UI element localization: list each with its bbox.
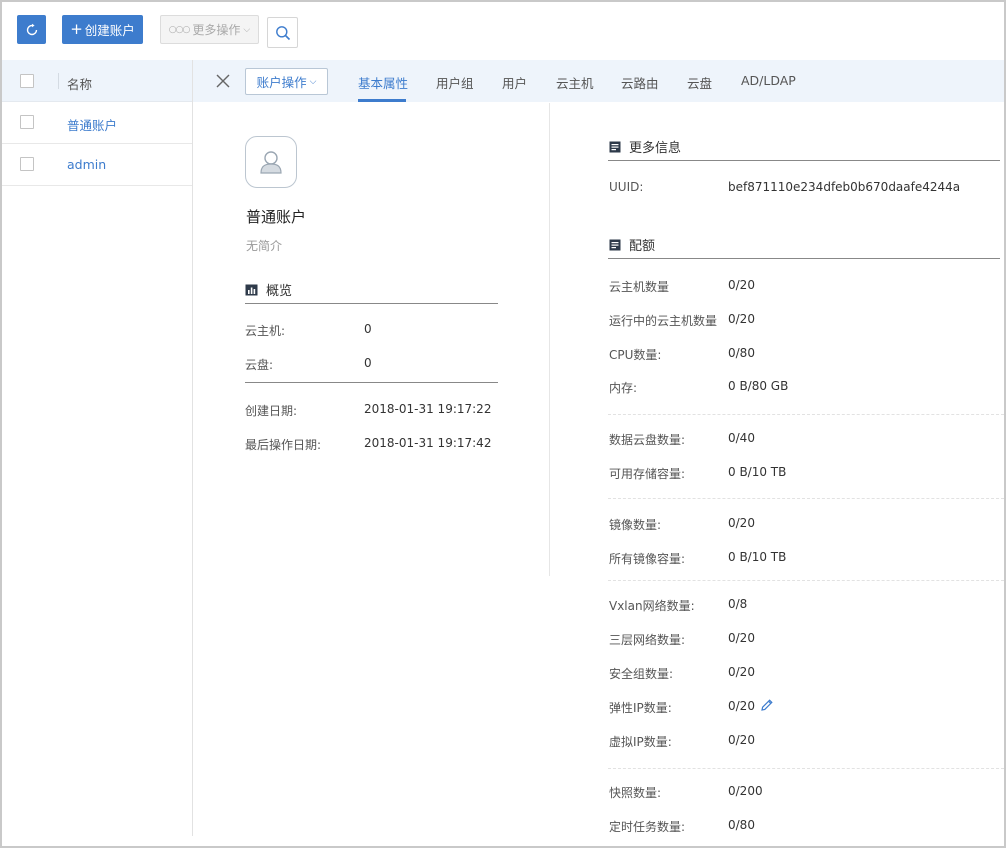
quota-label: 云主机数量: [609, 280, 670, 294]
more-info-title-text: 更多信息: [629, 141, 682, 156]
avatar: [245, 136, 297, 188]
uuid-value: bef871110e234dfeb0b670daafe4244a: [728, 180, 961, 194]
account-title: 普通账户: [246, 208, 307, 226]
quota-value: 0/80: [728, 818, 755, 832]
document-icon: [609, 239, 621, 251]
quota-label: 定时任务数量:: [609, 820, 686, 834]
quota-title-text: 配额: [629, 239, 656, 254]
row-checkbox[interactable]: [20, 115, 34, 129]
quota-value: 0/40: [728, 431, 755, 445]
tab-ad-ldap[interactable]: AD/LDAP: [741, 73, 796, 88]
quota-label: 所有镜像容量:: [609, 552, 686, 566]
overview-section-title: 概览: [245, 280, 292, 299]
chevron-down-icon: ⌵: [309, 76, 317, 87]
create-account-label: 创建账户: [84, 23, 135, 38]
quota-value: 0/80: [728, 346, 755, 360]
list-item[interactable]: 普通账户: [2, 102, 192, 144]
quota-label: 数据云盘数量:: [609, 433, 686, 447]
quota-value: 0/200: [728, 784, 763, 798]
quota-label: 虚拟IP数量:: [609, 735, 672, 749]
quota-label: 运行中的云主机数量: [609, 314, 718, 328]
refresh-icon: [26, 23, 37, 35]
create-account-button[interactable]: + 创建账户: [62, 15, 143, 44]
search-button[interactable]: [267, 17, 298, 48]
quota-value: 0/20: [728, 631, 755, 645]
more-info-section-title: 更多信息: [609, 137, 681, 156]
detail-header: 账户操作 ⌵ 基本属性 用户组 用户 云主机 云路由 云盘 AD/LDAP: [193, 60, 1004, 102]
tab-vm-instances[interactable]: 云主机: [556, 73, 594, 92]
list-header: 名称: [2, 60, 192, 102]
quota-group-divider: [608, 498, 1004, 499]
plus-icon: +: [70, 20, 83, 38]
tab-basic-properties[interactable]: 基本属性: [358, 73, 408, 92]
vm-count-value: 0: [364, 322, 372, 336]
list-divider: [192, 60, 193, 836]
column-divider: [58, 73, 59, 89]
quota-section-title: 配额: [609, 235, 655, 254]
account-name-link[interactable]: 普通账户: [67, 115, 117, 134]
last-op-date-label: 最后操作日期:: [245, 438, 322, 452]
quota-value: 0 B/10 TB: [728, 465, 787, 479]
uuid-label: UUID:: [609, 180, 644, 194]
last-op-date-value: 2018-01-31 19:17:42: [364, 436, 492, 450]
toolbar: + 创建账户 ○○○ 更多操作 ⌵: [2, 2, 1004, 60]
quota-group-divider: [608, 768, 1004, 769]
quota-value: 0 B/80 GB: [728, 379, 789, 393]
quota-value: 0/20: [728, 312, 755, 326]
active-tab-indicator: [358, 99, 406, 102]
account-ops-dropdown[interactable]: 账户操作 ⌵: [245, 68, 328, 95]
created-date-label: 创建日期:: [245, 404, 298, 418]
more-actions-button[interactable]: ○○○ 更多操作 ⌵: [160, 15, 259, 44]
quota-value: 0 B/10 TB: [728, 550, 787, 564]
search-icon: [275, 25, 290, 40]
quota-value: 0/20: [728, 733, 755, 747]
quota-group-divider: [608, 414, 1004, 415]
quota-label: 弹性IP数量:: [609, 701, 672, 715]
column-divider: [549, 103, 550, 576]
more-actions-label: 更多操作: [192, 23, 241, 37]
chevron-down-icon: ⌵: [243, 24, 251, 35]
quota-divider: [608, 258, 1000, 259]
account-description: 无简介: [246, 239, 283, 253]
volume-count-value: 0: [364, 356, 372, 370]
refresh-button[interactable]: [17, 15, 46, 44]
account-ops-label: 账户操作: [256, 75, 307, 90]
close-icon[interactable]: [214, 72, 232, 90]
volume-count-label: 云盘:: [245, 358, 274, 372]
quota-value: 0/20: [728, 516, 755, 530]
quota-label: 快照数量:: [609, 786, 662, 800]
quota-label: 内存:: [609, 381, 638, 395]
chart-icon: [245, 284, 258, 296]
created-date-value: 2018-01-31 19:17:22: [364, 402, 492, 416]
dates-divider: [245, 382, 498, 383]
column-header-name: 名称: [67, 77, 93, 92]
quota-label: CPU数量:: [609, 348, 662, 362]
quota-value: 0/20: [728, 278, 755, 292]
vm-count-label: 云主机:: [245, 324, 286, 338]
quota-label: 可用存储容量:: [609, 467, 686, 481]
tab-volumes[interactable]: 云盘: [687, 73, 712, 92]
quota-label: 三层网络数量:: [609, 633, 686, 647]
tab-users[interactable]: 用户: [502, 73, 527, 92]
overview-title-text: 概览: [266, 284, 293, 299]
user-icon: [260, 151, 282, 174]
overview-divider: [245, 303, 498, 304]
list-item[interactable]: admin: [2, 144, 192, 186]
quota-group-divider: [608, 580, 1004, 581]
tab-vrouters[interactable]: 云路由: [621, 73, 659, 92]
tab-user-groups[interactable]: 用户组: [436, 73, 474, 92]
dots-icon: ○○○: [168, 24, 191, 35]
account-name-link[interactable]: admin: [67, 157, 106, 172]
quota-value: 0/8: [728, 597, 748, 611]
row-checkbox[interactable]: [20, 157, 34, 171]
document-icon: [609, 141, 621, 153]
quota-value: 0/20: [728, 699, 755, 713]
more-info-divider: [608, 160, 1000, 161]
select-all-checkbox[interactable]: [20, 74, 34, 88]
quota-label: 安全组数量:: [609, 667, 674, 681]
edit-pencil-icon[interactable]: [760, 698, 774, 712]
quota-value: 0/20: [728, 665, 755, 679]
quota-label: 镜像数量:: [609, 518, 662, 532]
quota-label: Vxlan网络数量:: [609, 599, 695, 613]
